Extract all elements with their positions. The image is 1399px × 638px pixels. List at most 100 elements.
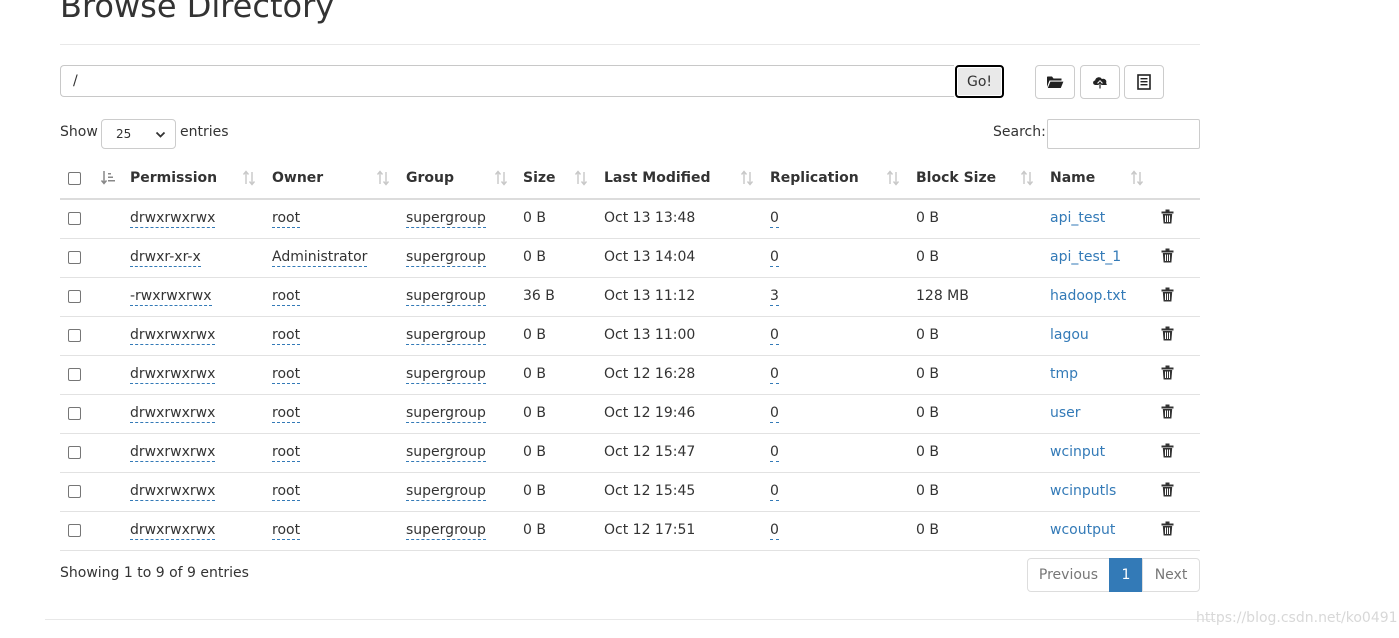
cell-owner[interactable]: root: [272, 404, 301, 423]
cell-name[interactable]: wcoutput: [1050, 521, 1115, 539]
row-checkbox[interactable]: [68, 524, 81, 537]
search-input[interactable]: [1047, 119, 1200, 149]
delete-trash-icon[interactable]: [1161, 404, 1174, 419]
cell-group[interactable]: supergroup: [406, 287, 486, 306]
cell-replication[interactable]: 0: [770, 482, 779, 501]
cell-permission[interactable]: drwxrwxrwx: [130, 404, 216, 423]
cell-permission[interactable]: -rwxrwxrwx: [130, 287, 212, 306]
path-input[interactable]: [60, 65, 954, 97]
row-checkbox[interactable]: [68, 251, 81, 264]
sort-group-icon[interactable]: [494, 170, 508, 186]
row-checkbox[interactable]: [68, 329, 81, 342]
row-checkbox[interactable]: [68, 290, 81, 303]
cell-owner[interactable]: root: [272, 521, 301, 540]
cell-size: 0 B: [523, 366, 546, 382]
cell-permission[interactable]: drwxrwxrwx: [130, 521, 216, 540]
cell-replication[interactable]: 0: [770, 209, 779, 228]
column-block-size[interactable]: Block Size: [916, 170, 996, 186]
sort-replication-icon[interactable]: [886, 170, 900, 186]
next-page-button[interactable]: Next: [1142, 558, 1200, 592]
page-size-select[interactable]: 25: [101, 119, 176, 149]
cell-permission[interactable]: drwxrwxrwx: [130, 326, 216, 345]
cell-name[interactable]: wcinputls: [1050, 482, 1116, 500]
column-replication[interactable]: Replication: [770, 170, 859, 186]
cell-group[interactable]: supergroup: [406, 248, 486, 267]
sort-asc-icon[interactable]: [100, 170, 116, 186]
row-checkbox[interactable]: [68, 446, 81, 459]
cell-group[interactable]: supergroup: [406, 404, 486, 423]
cell-size: 0 B: [523, 210, 546, 226]
sort-block-size-icon[interactable]: [1020, 170, 1034, 186]
cell-owner[interactable]: root: [272, 443, 301, 462]
cell-owner[interactable]: root: [272, 365, 301, 384]
select-all-checkbox[interactable]: [68, 172, 81, 185]
create-directory-button[interactable]: [1035, 65, 1075, 99]
previous-page-button[interactable]: Previous: [1027, 558, 1110, 592]
cell-owner[interactable]: root: [272, 326, 301, 345]
watermark: https://blog.csdn.net/ko0491: [1196, 610, 1398, 626]
column-last-modified[interactable]: Last Modified: [604, 170, 711, 186]
delete-trash-icon[interactable]: [1161, 365, 1174, 380]
delete-trash-icon[interactable]: [1161, 209, 1174, 224]
cell-replication[interactable]: 0: [770, 521, 779, 540]
cell-owner[interactable]: root: [272, 482, 301, 501]
page-1-button[interactable]: 1: [1109, 558, 1143, 592]
cell-replication[interactable]: 0: [770, 443, 779, 462]
cell-name[interactable]: user: [1050, 404, 1081, 422]
column-permission[interactable]: Permission: [130, 170, 217, 186]
cell-permission[interactable]: drwxrwxrwx: [130, 365, 216, 384]
upload-button[interactable]: [1080, 65, 1120, 99]
cell-permission[interactable]: drwxr-xr-x: [130, 248, 201, 267]
cell-name[interactable]: tmp: [1050, 365, 1078, 383]
row-checkbox[interactable]: [68, 212, 81, 225]
delete-trash-icon[interactable]: [1161, 326, 1174, 341]
sort-name-icon[interactable]: [1130, 170, 1144, 186]
row-checkbox[interactable]: [68, 407, 81, 420]
cell-group[interactable]: supergroup: [406, 326, 486, 345]
cell-block-size: 0 B: [916, 405, 939, 421]
entries-label: entries: [180, 124, 229, 140]
cell-group[interactable]: supergroup: [406, 521, 486, 540]
cell-replication[interactable]: 0: [770, 365, 779, 384]
delete-trash-icon[interactable]: [1161, 287, 1174, 302]
sort-size-icon[interactable]: [574, 170, 588, 186]
cell-replication[interactable]: 0: [770, 326, 779, 345]
row-checkbox[interactable]: [68, 485, 81, 498]
sort-permission-icon[interactable]: [242, 170, 256, 186]
go-button[interactable]: Go!: [955, 65, 1004, 98]
sort-owner-icon[interactable]: [376, 170, 390, 186]
cell-replication[interactable]: 0: [770, 248, 779, 267]
sort-last-modified-icon[interactable]: [740, 170, 754, 186]
cell-owner[interactable]: Administrator: [272, 248, 368, 267]
table-info: Showing 1 to 9 of 9 entries: [60, 565, 249, 581]
cell-owner[interactable]: root: [272, 209, 301, 228]
cell-name[interactable]: api_test: [1050, 209, 1105, 227]
cell-permission[interactable]: drwxrwxrwx: [130, 482, 216, 501]
column-group[interactable]: Group: [406, 170, 454, 186]
cell-group[interactable]: supergroup: [406, 482, 486, 501]
cell-group[interactable]: supergroup: [406, 443, 486, 462]
cell-group[interactable]: supergroup: [406, 365, 486, 384]
cell-name[interactable]: hadoop.txt: [1050, 287, 1126, 305]
cell-replication[interactable]: 0: [770, 404, 779, 423]
cell-name[interactable]: lagou: [1050, 326, 1089, 344]
cell-name[interactable]: api_test_1: [1050, 248, 1121, 266]
cell-permission[interactable]: drwxrwxrwx: [130, 443, 216, 462]
delete-trash-icon[interactable]: [1161, 248, 1174, 263]
column-name[interactable]: Name: [1050, 170, 1095, 186]
delete-trash-icon[interactable]: [1161, 482, 1174, 497]
cell-permission[interactable]: drwxrwxrwx: [130, 209, 216, 228]
cell-name[interactable]: wcinput: [1050, 443, 1105, 461]
column-owner[interactable]: Owner: [272, 170, 323, 186]
delete-trash-icon[interactable]: [1161, 521, 1174, 536]
column-size[interactable]: Size: [523, 170, 556, 186]
row-divider: [60, 277, 1200, 278]
cell-group[interactable]: supergroup: [406, 209, 486, 228]
row-checkbox[interactable]: [68, 368, 81, 381]
cut-paste-button[interactable]: [1124, 65, 1164, 99]
row-divider: [60, 316, 1200, 317]
cell-replication[interactable]: 3: [770, 287, 779, 306]
row-divider: [60, 472, 1200, 473]
cell-owner[interactable]: root: [272, 287, 301, 306]
delete-trash-icon[interactable]: [1161, 443, 1174, 458]
